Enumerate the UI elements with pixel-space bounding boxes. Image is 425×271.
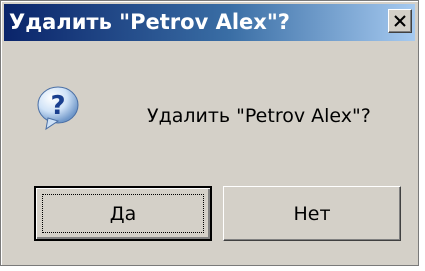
no-button[interactable]: Нет <box>223 186 401 241</box>
svg-text:?: ? <box>50 91 65 121</box>
confirm-delete-dialog: Удалить "Petrov Alex"? ? Удалить "Petrov… <box>0 0 419 266</box>
no-button-label: Нет <box>293 202 331 225</box>
dialog-title: Удалить "Petrov Alex"? <box>9 10 290 34</box>
focus-rectangle <box>42 194 204 233</box>
question-icon: ? <box>37 86 79 131</box>
yes-button[interactable]: Да <box>34 186 212 241</box>
close-button[interactable] <box>388 9 412 33</box>
close-icon <box>394 15 406 27</box>
dialog-message: Удалить "Petrov Alex"? <box>147 105 371 127</box>
title-bar[interactable]: Удалить "Petrov Alex"? <box>4 4 415 41</box>
